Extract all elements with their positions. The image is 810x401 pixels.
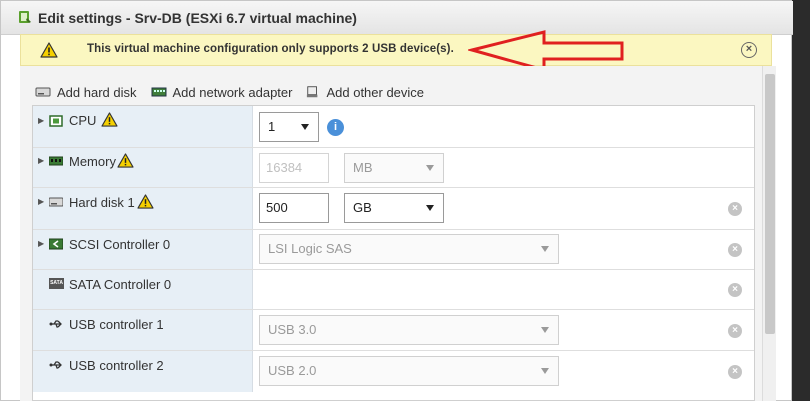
info-icon[interactable]: i [327, 119, 344, 136]
add-other-device-label: Add other device [326, 84, 425, 100]
cpu-count-select[interactable]: 1 [259, 112, 319, 142]
usb-icon [49, 361, 62, 369]
warning-icon [40, 42, 58, 58]
expand-icon[interactable]: ▶ [38, 197, 44, 206]
hard-disk-label: Hard disk 1 [69, 195, 135, 210]
hardware-toolbar: Add hard disk Add network adapter Add ot… [35, 82, 424, 102]
memory-unit-select[interactable]: MB [344, 153, 444, 183]
remove-device-icon[interactable]: × [728, 283, 742, 297]
scrollbar-thumb[interactable] [765, 74, 775, 334]
hardware-row-cpu: ▶ CPU 1 i [33, 106, 754, 148]
vm-settings-icon [19, 11, 31, 23]
add-network-adapter-label: Add network adapter [172, 84, 293, 100]
usb-controller-1-label: USB controller 1 [69, 317, 164, 332]
hardware-row-usb-controller-2: USB controller 2 USB 2.0 × [33, 351, 754, 392]
add-network-adapter-button[interactable]: Add network adapter [151, 84, 293, 100]
network-adapter-icon [151, 87, 166, 97]
warning-icon [117, 153, 134, 168]
background-area [790, 0, 810, 401]
hard-disk-icon [49, 197, 63, 207]
usb-controller-2-label: USB controller 2 [69, 358, 164, 373]
memory-size-field[interactable]: 16384 [259, 153, 329, 183]
add-other-device-button[interactable]: Add other device [306, 85, 424, 100]
other-device-icon [307, 86, 318, 98]
usb-controller-1-type-select[interactable]: USB 3.0 [259, 315, 559, 345]
usb-controller-2-type-select[interactable]: USB 2.0 [259, 356, 559, 386]
scrollbar[interactable] [762, 66, 776, 401]
remove-device-icon[interactable]: × [728, 365, 742, 379]
warning-icon [137, 194, 154, 209]
cpu-icon [49, 115, 63, 127]
expand-icon[interactable]: ▶ [38, 116, 44, 125]
expand-icon[interactable]: ▶ [38, 156, 44, 165]
add-hard-disk-label: Add hard disk [57, 84, 137, 100]
sata-controller-icon: SATA [49, 278, 64, 289]
warning-banner: This virtual machine configuration only … [20, 34, 772, 66]
warning-message: This virtual machine configuration only … [87, 43, 454, 55]
scsi-type-select[interactable]: LSI Logic SAS [259, 234, 559, 264]
hardware-row-usb-controller-1: USB controller 1 USB 3.0 × [33, 310, 754, 351]
hard-disk-size-field[interactable]: 500 [259, 193, 329, 223]
usb-icon [49, 320, 62, 328]
hardware-row-hard-disk: ▶ Hard disk 1 500 GB × [33, 188, 754, 230]
remove-device-icon[interactable]: × [728, 324, 742, 338]
memory-icon [49, 156, 63, 166]
hardware-row-scsi-controller: ▶ SCSI Controller 0 LSI Logic SAS × [33, 230, 754, 270]
dialog-titlebar: Edit settings - Srv-DB (ESXi 6.7 virtual… [1, 1, 793, 35]
scsi-controller-label: SCSI Controller 0 [69, 237, 171, 252]
remove-device-icon[interactable]: × [728, 243, 742, 257]
close-icon[interactable]: × [741, 42, 757, 58]
add-hard-disk-button[interactable]: Add hard disk [35, 85, 137, 100]
hardware-row-memory: ▶ Memory 16384 MB [33, 148, 754, 188]
hard-disk-unit-select[interactable]: GB [344, 193, 444, 223]
hardware-row-sata-controller: SATA SATA Controller 0 × [33, 270, 754, 310]
warning-icon [101, 112, 118, 127]
remove-device-icon[interactable]: × [728, 202, 742, 216]
scsi-controller-icon [49, 238, 63, 250]
dialog-title: Edit settings - Srv-DB (ESXi 6.7 virtual… [38, 10, 357, 26]
sata-controller-label: SATA Controller 0 [69, 277, 172, 292]
cpu-label: CPU [69, 113, 97, 128]
memory-label: Memory [69, 154, 116, 169]
hard-disk-icon [35, 87, 51, 97]
expand-icon[interactable]: ▶ [38, 239, 44, 248]
virtual-hardware-table: ▶ CPU 1 i ▶ Memory 16384 MB ▶ Hard disk … [32, 105, 755, 401]
